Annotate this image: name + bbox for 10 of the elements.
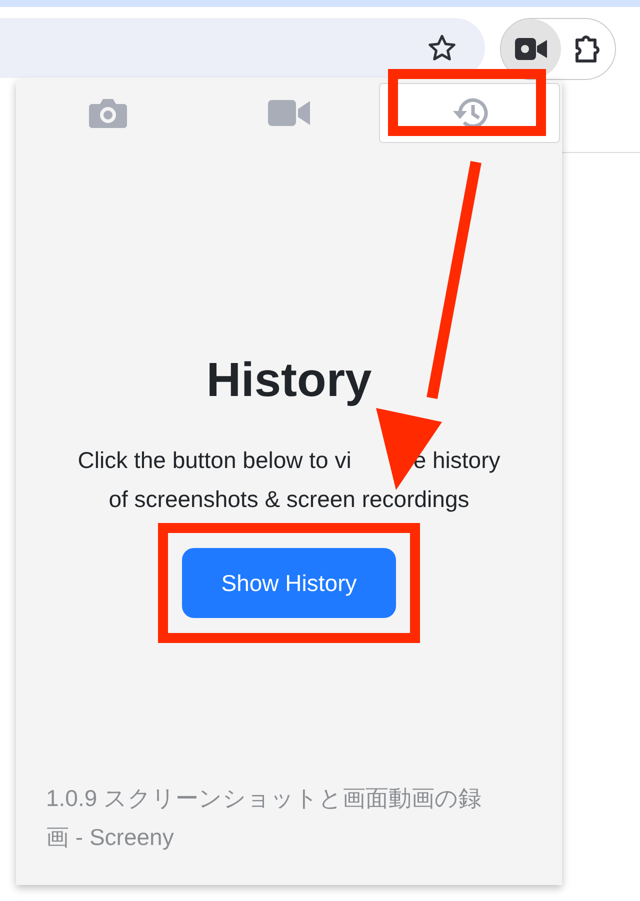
description-text: of screenshots & screen recordings <box>108 485 470 514</box>
puzzle-icon[interactable] <box>574 34 602 64</box>
panel-title: History <box>205 353 373 409</box>
show-history-button[interactable]: Show History <box>182 548 396 618</box>
camera-icon <box>88 96 128 130</box>
video-camera-icon <box>515 38 547 60</box>
version-text: 1.0.9 スクリーンショットと画面動画の録画 - Screeny <box>46 784 483 852</box>
description-text: Click the button below to vi <box>78 446 352 475</box>
star-icon[interactable] <box>427 33 457 63</box>
video-camera-icon <box>268 100 310 126</box>
